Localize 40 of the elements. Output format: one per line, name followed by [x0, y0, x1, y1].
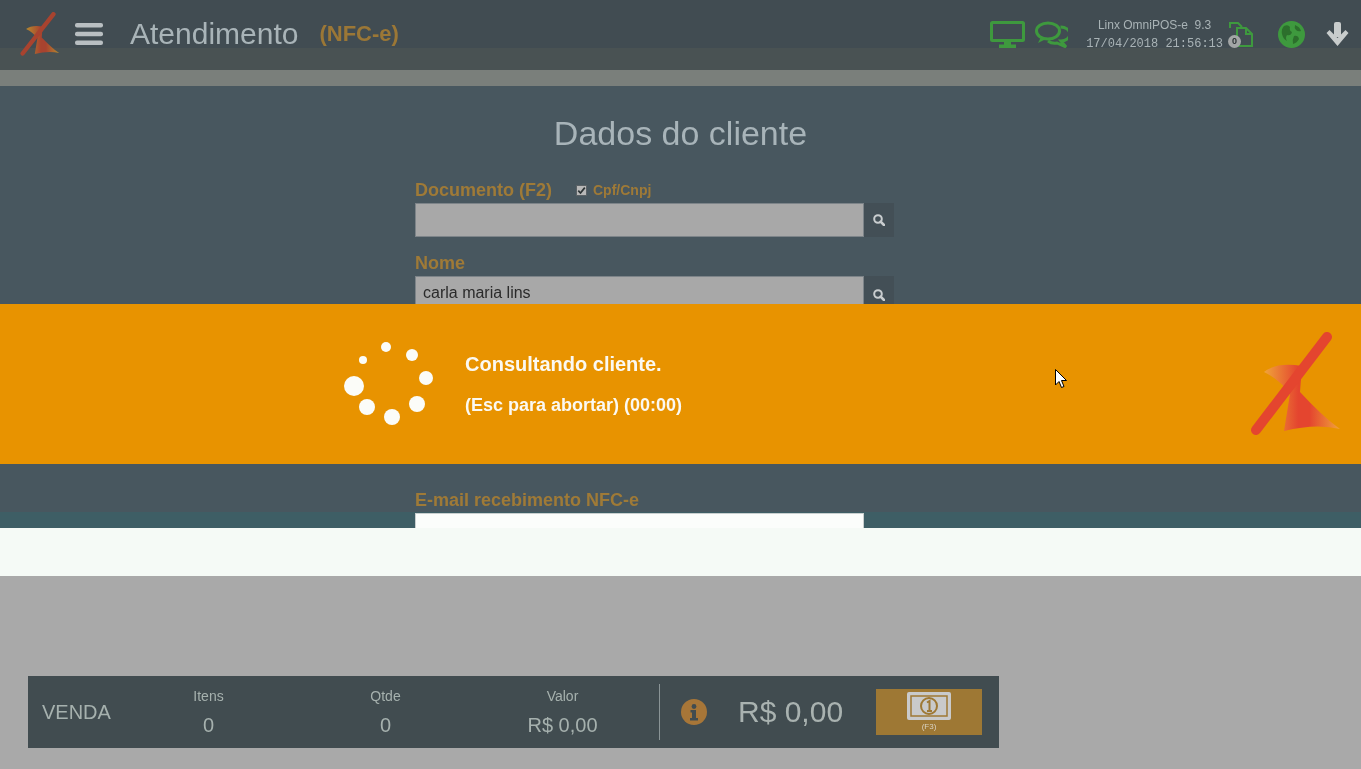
dialog-title: Dados do cliente [553, 113, 808, 153]
document-icon[interactable] [1228, 21, 1253, 47]
cursor-icon [1055, 369, 1067, 389]
search-icon [873, 289, 885, 301]
arrow-down-icon[interactable] [1325, 21, 1350, 47]
abort-hint: (Esc para abortar) (00:00) [465, 394, 683, 417]
field-label: Documento (F2) [415, 179, 552, 202]
monitor-icon[interactable] [990, 20, 1026, 48]
field-label: E-mail recebimento NFC-e [415, 489, 640, 512]
field-label: Nome [415, 252, 465, 275]
input-field[interactable] [415, 203, 864, 237]
mode-label: (NFC-e) [319, 20, 399, 48]
checkbox[interactable] [576, 184, 587, 196]
search-icon [873, 214, 885, 226]
summary-value: 0 [202, 713, 215, 737]
summary-label: Valor [546, 687, 579, 705]
chat-icon[interactable] [1035, 20, 1069, 48]
app-version: Linx OmniPOS-e 9.3 [1097, 16, 1212, 33]
search-button[interactable] [864, 276, 894, 304]
input-field[interactable]: carla maria lins [415, 276, 864, 304]
total-amount: R$ 0,00 [738, 694, 844, 730]
logo-icon [1250, 332, 1342, 436]
summary-value: R$ 0,00 [527, 713, 598, 737]
date-time: 17/04/2018 21:56:13 [1086, 35, 1223, 52]
summary-label: Itens [193, 687, 224, 705]
search-button[interactable] [864, 203, 894, 237]
menu-icon[interactable] [75, 23, 103, 45]
logo-icon [20, 12, 60, 56]
info-icon[interactable] [681, 699, 707, 725]
count-badge: 0 [1228, 35, 1241, 48]
banknote-icon [907, 692, 951, 720]
globe-icon[interactable] [1278, 20, 1305, 48]
sale-title: VENDA [42, 700, 112, 724]
input-field[interactable] [415, 513, 864, 528]
loading-message: Consultando cliente. [465, 352, 662, 377]
checkbox-label: Cpf/Cnpj [593, 181, 652, 199]
summary-label: Qtde [370, 687, 401, 705]
page-title: Atendimento [130, 16, 299, 52]
summary-value: 0 [379, 713, 392, 737]
spinner-icon [343, 341, 435, 427]
